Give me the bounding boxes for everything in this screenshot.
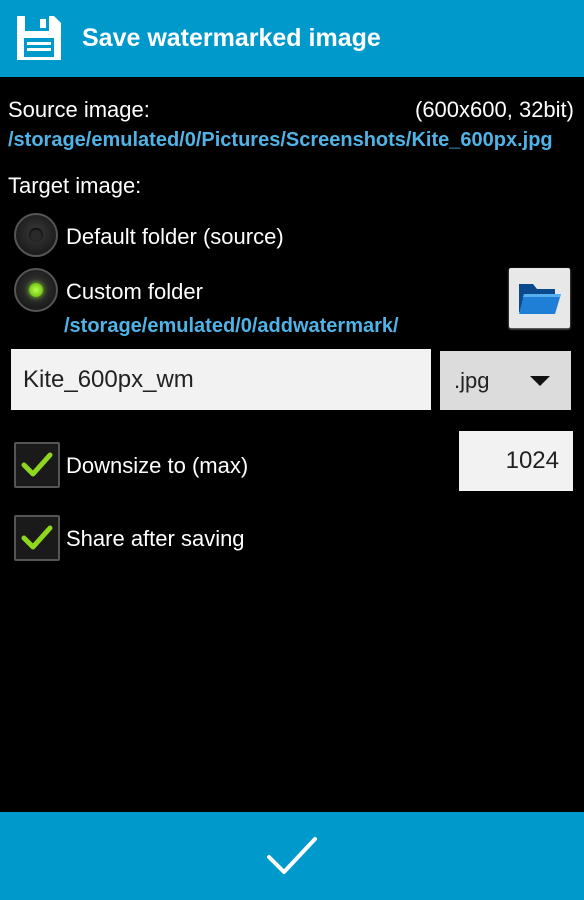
floppy-disk-icon: [17, 16, 61, 60]
chevron-down-icon: [530, 376, 550, 386]
custom-folder-radio[interactable]: [14, 268, 58, 312]
default-folder-label: Default folder (source): [66, 224, 284, 249]
custom-folder-label: Custom folder: [66, 279, 203, 304]
checkmark-icon: [21, 452, 53, 477]
source-image-label: Source image:: [8, 97, 150, 122]
extension-dropdown[interactable]: .jpg: [440, 351, 571, 410]
title-bar: Save watermarked image: [0, 0, 584, 77]
folder-icon: [519, 284, 561, 314]
target-image-label: Target image:: [8, 173, 142, 198]
browse-folder-button[interactable]: [509, 268, 570, 328]
extension-value: .jpg: [454, 368, 490, 393]
max-size-input[interactable]: [459, 431, 573, 491]
dialog-title: Save watermarked image: [82, 24, 381, 52]
checkmark-icon: [267, 837, 317, 874]
radio-dot: [29, 283, 43, 297]
checkmark-icon: [21, 525, 53, 550]
action-bar: [0, 812, 584, 900]
confirm-save-button[interactable]: [252, 827, 332, 885]
file-name-input[interactable]: [11, 349, 431, 410]
source-image-path: /storage/emulated/0/Pictures/Screenshots…: [8, 129, 553, 151]
default-folder-radio[interactable]: [14, 213, 58, 257]
save-dialog-screen: Save watermarked image Source image: (60…: [0, 0, 584, 900]
downsize-checkbox[interactable]: [14, 442, 60, 488]
downsize-label: Downsize to (max): [66, 453, 249, 478]
share-checkbox[interactable]: [14, 515, 60, 561]
source-image-info: (600x600, 32bit): [415, 97, 574, 122]
custom-folder-path: /storage/emulated/0/addwatermark/: [64, 315, 399, 337]
share-label: Share after saving: [66, 526, 245, 551]
radio-dot: [29, 228, 43, 242]
